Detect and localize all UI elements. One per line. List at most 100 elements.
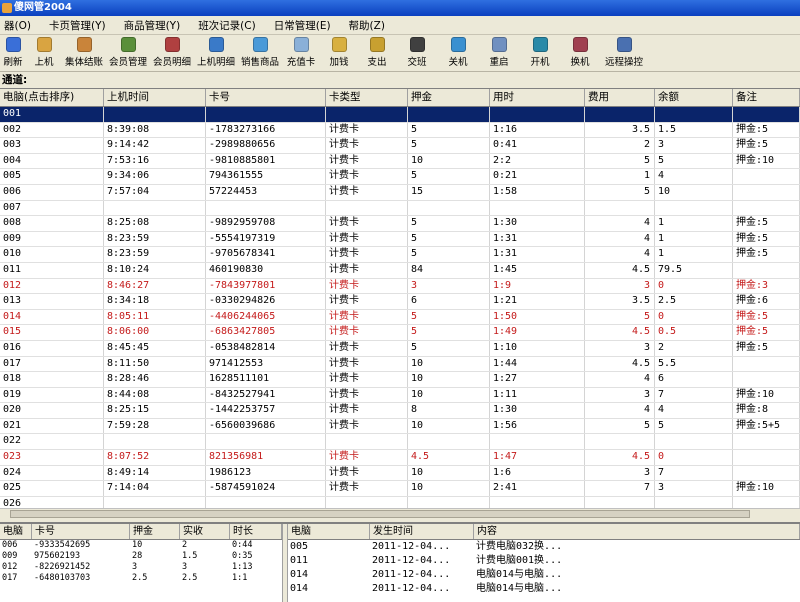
column-header[interactable]: 卡类型: [326, 89, 408, 106]
toolbar-button[interactable]: 重启: [478, 35, 520, 69]
column-header[interactable]: 电脑(点击排序): [0, 89, 104, 106]
toolbar-button[interactable]: 会员明细: [150, 35, 194, 69]
menu-item[interactable]: 商品管理(Y): [120, 18, 195, 33]
table-cell: 2:2: [490, 153, 585, 169]
toolbar-button[interactable]: 换机: [560, 35, 600, 69]
grid-body: 001 002 8:39:08 -1783273166 计费卡 5 1:16 3.5 1.5 押金…: [0, 107, 800, 517]
column-header[interactable]: 卡号: [32, 524, 130, 539]
toolbar-button[interactable]: 交班: [396, 35, 438, 69]
table-cell: 押金:3: [733, 278, 800, 294]
table-row[interactable]: 012 8:46:27 -7843977801 计费卡 3 1:9 3 0 押金:3: [0, 278, 800, 295]
table-cell: 计费卡: [326, 231, 408, 247]
table-row[interactable]: 002 8:39:08 -1783273166 计费卡 5 1:16 3.5 1.5 押金:5: [0, 122, 800, 139]
menu-item[interactable]: 日常管理(E): [270, 18, 345, 33]
toolbar-button[interactable]: 远程操控: [600, 35, 648, 69]
table-cell: 3: [408, 278, 490, 294]
table-row[interactable]: 019 8:44:08 -8432527941 计费卡 10 1:11 3 7 押金:10: [0, 387, 800, 404]
table-row[interactable]: 017 8:11:50 971412553 计费卡 10 1:44 4.5 5.5: [0, 356, 800, 373]
menu-item[interactable]: 帮助(Z): [345, 18, 399, 33]
column-header[interactable]: 余额: [655, 89, 733, 106]
table-row[interactable]: 008 8:25:08 -9892959708 计费卡 5 1:30 4 1 押金:5: [0, 216, 800, 232]
table-cell: 007: [0, 200, 104, 216]
toolbar-button[interactable]: 上机明细: [194, 35, 238, 69]
list-item[interactable]: 005 2011-12-04... 计费电脑032换...: [288, 540, 800, 554]
table-row[interactable]: 018 8:28:46 1628511101 计费卡 10 1:27 4 6: [0, 372, 800, 388]
toolbar-button[interactable]: 加钱: [320, 35, 358, 69]
column-header[interactable]: 费用: [585, 89, 655, 106]
table-row[interactable]: 014 8:05:11 -4406244065 计费卡 5 1:50 5 0 押金:5: [0, 309, 800, 326]
column-header[interactable]: 内容: [474, 524, 800, 539]
table-cell: 8:45:45: [104, 340, 206, 356]
toolbar-button-label: 交班: [407, 57, 427, 68]
column-header[interactable]: 用时: [490, 89, 585, 106]
column-header[interactable]: 实收: [180, 524, 230, 539]
list-item[interactable]: 012 -8226921452 3 3 1:13: [0, 562, 282, 573]
table-cell: 计费卡: [326, 294, 408, 309]
table-cell: 计费卡: [326, 372, 408, 387]
table-cell: 1:21: [490, 294, 585, 309]
table-row[interactable]: 001: [0, 107, 800, 123]
column-header[interactable]: 卡号: [206, 89, 326, 106]
table-row[interactable]: 006 7:57:04 57224453 计费卡 15 1:58 5 10: [0, 184, 800, 201]
table-row[interactable]: 015 8:06:00 -6863427805 计费卡 5 1:49 4.5 0.5 押金:5: [0, 325, 800, 341]
column-header[interactable]: 上机时间: [104, 89, 206, 106]
table-cell: 计费卡: [326, 356, 408, 372]
list-item[interactable]: 006 -9333542695 10 2 0:44: [0, 540, 282, 551]
column-header[interactable]: 时长: [230, 524, 282, 539]
table-row[interactable]: 016 8:45:45 -0538482814 计费卡 5 1:10 3 2 押金:5: [0, 340, 800, 357]
table-row[interactable]: 004 7:53:16 -9810885801 计费卡 10 2:2 5 5 押金:10: [0, 153, 800, 170]
sales-icon: [252, 37, 268, 52]
table-row[interactable]: 013 8:34:18 -0330294826 计费卡 6 1:21 3.5 2.5 押金:6: [0, 294, 800, 310]
column-header[interactable]: 电脑: [288, 524, 370, 539]
menu-item[interactable]: 卡页管理(Y): [45, 18, 120, 33]
menu-item[interactable]: 班次记录(C): [194, 18, 270, 33]
table-row[interactable]: 003 9:14:42 -2989880656 计费卡 5 0:41 2 3 押金:5: [0, 138, 800, 154]
table-row[interactable]: 021 7:59:28 -6560039686 计费卡 10 1:56 5 5 押金:5+5: [0, 418, 800, 435]
table-cell: 024: [0, 465, 104, 481]
table-row[interactable]: 011 8:10:24 460190830 计费卡 84 1:45 4.5 79.5: [0, 262, 800, 279]
table-cell: 7:53:16: [104, 153, 206, 169]
column-header[interactable]: 押金: [130, 524, 180, 539]
horizontal-scrollbar[interactable]: [0, 508, 800, 519]
column-header[interactable]: 押金: [408, 89, 490, 106]
menu-item[interactable]: 器(O): [0, 18, 45, 33]
scrollbar-thumb[interactable]: [10, 510, 750, 518]
list-cell: 006: [2, 540, 18, 550]
toolbar-button-label: 上机: [34, 57, 54, 68]
column-header[interactable]: 电脑: [0, 524, 32, 539]
table-row[interactable]: 023 8:07:52 821356981 计费卡 4.5 1:47 4.5 0: [0, 450, 800, 466]
table-cell: 3.5: [585, 294, 655, 309]
list-item[interactable]: 014 2011-12-04... 电脑014与电脑...: [288, 582, 800, 596]
toolbar-button[interactable]: 集体结账: [62, 35, 106, 69]
table-row[interactable]: 009 8:23:59 -5554197319 计费卡 5 1:31 4 1 押金:5: [0, 231, 800, 248]
toolbar-button-label: 开机: [530, 57, 550, 68]
table-cell: [408, 107, 490, 122]
toolbar-button[interactable]: 销售商品: [238, 35, 282, 69]
list-item[interactable]: 011 2011-12-04... 计费电脑001换...: [288, 554, 800, 568]
column-header[interactable]: 备注: [733, 89, 800, 106]
table-cell: 4.5: [408, 450, 490, 465]
toolbar-button[interactable]: 会员管理: [106, 35, 150, 69]
table-cell: 8:07:52: [104, 450, 206, 465]
table-row[interactable]: 005 9:34:06 794361555 计费卡 5 0:21 1 4: [0, 169, 800, 185]
column-header[interactable]: 发生时间: [370, 524, 474, 539]
table-row[interactable]: 024 8:49:14 1986123 计费卡 10 1:6 3 7: [0, 465, 800, 482]
list-item[interactable]: 014 2011-12-04... 电脑014与电脑...: [288, 568, 800, 582]
toolbar-button[interactable]: 关机: [438, 35, 478, 69]
list-item[interactable]: 009 975602193 28 1.5 0:35: [0, 551, 282, 562]
pane-header: 电脑 卡号 押金 实收 时长: [0, 524, 282, 540]
toolbar-button[interactable]: 刷新: [0, 35, 26, 69]
toolbar-button[interactable]: 支出: [358, 35, 396, 69]
table-row[interactable]: 022: [0, 434, 800, 451]
toolbar-button[interactable]: 开机: [520, 35, 560, 69]
table-row[interactable]: 020 8:25:15 -1442253757 计费卡 8 1:30 4 4 押金:8: [0, 403, 800, 419]
table-cell: [490, 434, 585, 450]
table-cell: 计费卡: [326, 465, 408, 481]
toolbar-button[interactable]: 上机: [26, 35, 62, 69]
table-row[interactable]: 025 7:14:04 -5874591024 计费卡 10 2:41 7 3 押金:10: [0, 481, 800, 497]
list-item[interactable]: 017 -6480103703 2.5 2.5 1:1: [0, 573, 282, 584]
table-row[interactable]: 007: [0, 200, 800, 217]
table-cell: 013: [0, 294, 104, 309]
table-row[interactable]: 010 8:23:59 -9705678341 计费卡 5 1:31 4 1 押金:5: [0, 247, 800, 263]
toolbar-button[interactable]: 充值卡: [282, 35, 320, 69]
